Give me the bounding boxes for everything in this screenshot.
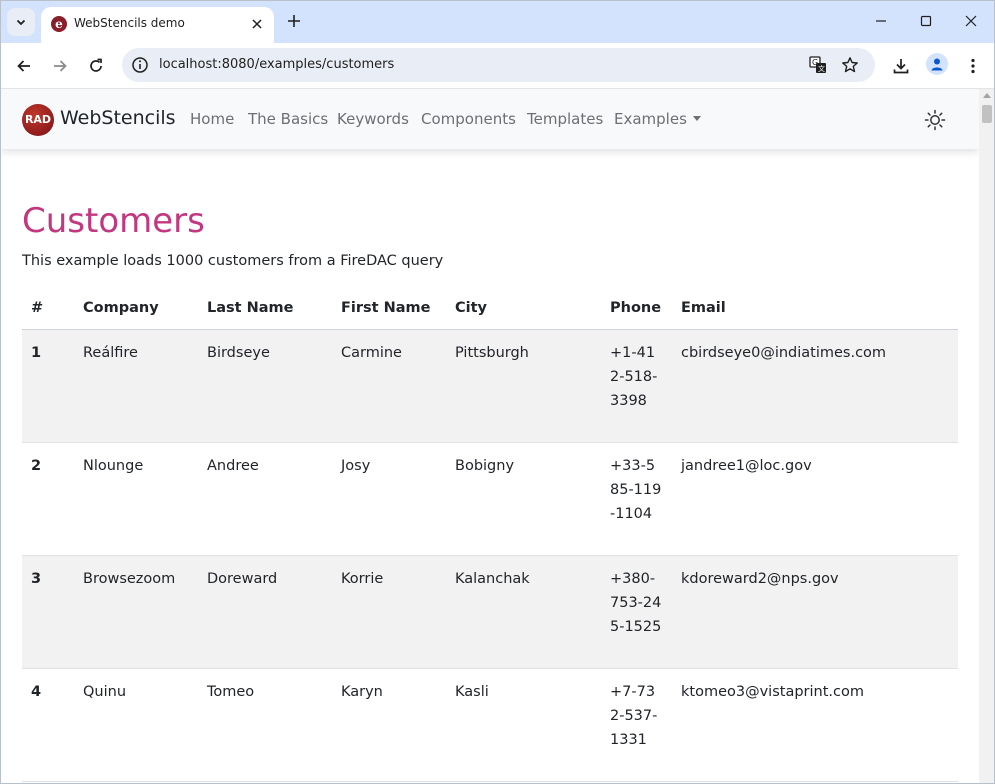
address-bar[interactable]: localhost:8080/examples/customers G文 xyxy=(122,48,875,82)
plus-icon xyxy=(288,15,300,27)
forward-arrow-icon xyxy=(54,60,67,72)
page-viewport: RAD WebStencils Home The Basics Keywords… xyxy=(1,89,979,783)
cell-company: Quinu xyxy=(74,668,198,782)
tab-close-button[interactable] xyxy=(248,15,266,33)
column-header-index: # xyxy=(22,289,74,330)
cell-city: Bobigny xyxy=(446,442,601,556)
page-title: Customers xyxy=(22,201,205,241)
nav-dropdown-examples[interactable]: Examples xyxy=(614,110,701,128)
scrollbar-thumb[interactable] xyxy=(982,105,992,123)
close-icon xyxy=(252,19,262,29)
site-navbar: RAD WebStencils Home The Basics Keywords… xyxy=(1,89,979,149)
favicon-icon: e xyxy=(51,16,67,32)
star-icon xyxy=(842,57,858,73)
profile-button[interactable] xyxy=(926,53,948,75)
column-header-city: City xyxy=(446,289,601,330)
column-header-email: Email xyxy=(672,289,958,330)
cell-phone: +380-753-245-1525 xyxy=(601,555,672,669)
cell-last-name: Tomeo xyxy=(198,668,332,782)
cell-city: Kalanchak xyxy=(446,555,601,669)
minimize-button[interactable] xyxy=(861,7,901,35)
vertical-scrollbar[interactable] xyxy=(979,89,994,783)
cell-first-name: Josy xyxy=(332,442,446,556)
cell-phone: +1-412-518-3398 xyxy=(601,329,672,443)
brand-logo[interactable]: RAD xyxy=(22,104,54,136)
cell-last-name: Andree xyxy=(198,442,332,556)
caret-down-icon xyxy=(692,115,701,121)
profile-icon xyxy=(931,58,943,71)
cell-city: Pittsburgh xyxy=(446,329,601,443)
cell-phone: +7-732-537-1331 xyxy=(601,668,672,782)
back-button[interactable] xyxy=(10,52,38,80)
table-row: 1 Reálfire Birdseye Carmine Pittsburgh +… xyxy=(22,329,958,443)
download-icon xyxy=(893,59,909,74)
maximize-icon xyxy=(920,15,932,27)
back-arrow-icon xyxy=(17,60,30,72)
browser-window: e WebStencils demo localhost:8080/exampl… xyxy=(0,0,995,784)
nav-link-home[interactable]: Home xyxy=(190,110,234,128)
cell-first-name: Carmine xyxy=(332,329,446,443)
cell-last-name: Birdseye xyxy=(198,329,332,443)
cell-email: cbirdseye0@indiatimes.com xyxy=(672,329,958,443)
translate-button[interactable]: G文 xyxy=(808,55,828,75)
close-icon xyxy=(965,15,977,27)
cell-company: Nlounge xyxy=(74,442,198,556)
cell-first-name: Korrie xyxy=(332,555,446,669)
cell-index: 3 xyxy=(22,555,74,669)
kebab-menu-icon xyxy=(971,58,975,74)
url-text: localhost:8080/examples/customers xyxy=(159,57,395,72)
cell-email: jandree1@loc.gov xyxy=(672,442,958,556)
close-window-button[interactable] xyxy=(951,7,991,35)
cell-last-name: Doreward xyxy=(198,555,332,669)
table-row: 3 Browsezoom Doreward Korrie Kalanchak +… xyxy=(22,555,958,669)
page-description: This example loads 1000 customers from a… xyxy=(22,253,444,269)
cell-first-name: Karyn xyxy=(332,668,446,782)
column-header-first-name: First Name xyxy=(332,289,446,330)
brand-name[interactable]: WebStencils xyxy=(60,107,176,129)
cell-index: 4 xyxy=(22,668,74,782)
nav-link-keywords[interactable]: Keywords xyxy=(337,110,409,128)
chevron-down-icon xyxy=(16,19,26,26)
cell-city: Kasli xyxy=(446,668,601,782)
svg-text:文: 文 xyxy=(818,64,825,73)
translate-icon: G文 xyxy=(809,56,826,73)
column-header-phone: Phone xyxy=(601,289,672,330)
nav-link-basics[interactable]: The Basics xyxy=(248,110,328,128)
nav-link-examples-label: Examples xyxy=(614,110,687,128)
tab-title: WebStencils demo xyxy=(74,16,185,30)
cell-company: Browsezoom xyxy=(74,555,198,669)
scroll-up-arrow-icon[interactable] xyxy=(983,93,991,98)
column-header-last-name: Last Name xyxy=(198,289,332,330)
table-row: 2 Nlounge Andree Josy Bobigny +33-585-11… xyxy=(22,442,958,556)
nav-link-components[interactable]: Components xyxy=(421,110,516,128)
maximize-button[interactable] xyxy=(906,7,946,35)
nav-link-templates[interactable]: Templates xyxy=(527,110,603,128)
new-tab-button[interactable] xyxy=(283,10,305,32)
tab-strip: e WebStencils demo xyxy=(1,1,994,43)
info-icon[interactable] xyxy=(131,56,149,74)
cell-email: kdoreward2@nps.gov xyxy=(672,555,958,669)
browser-menu-button[interactable] xyxy=(959,52,987,80)
customers-table: # Company Last Name First Name City Phon… xyxy=(22,289,958,782)
reload-icon xyxy=(90,58,102,72)
cell-index: 2 xyxy=(22,442,74,556)
tab-search-button[interactable] xyxy=(7,8,35,36)
cell-company: Reálfire xyxy=(74,329,198,443)
bookmark-button[interactable] xyxy=(840,55,860,75)
column-header-company: Company xyxy=(74,289,198,330)
forward-button[interactable] xyxy=(46,52,74,80)
browser-tab[interactable]: e WebStencils demo xyxy=(41,7,274,43)
sun-icon[interactable] xyxy=(923,108,947,132)
download-button[interactable] xyxy=(887,52,915,80)
minimize-icon xyxy=(876,20,886,22)
cell-phone: +33-585-119-1104 xyxy=(601,442,672,556)
cell-index: 1 xyxy=(22,329,74,443)
table-row: 4 Quinu Tomeo Karyn Kasli +7-732-537-133… xyxy=(22,668,958,782)
reload-button[interactable] xyxy=(82,52,110,80)
table-header-row: # Company Last Name First Name City Phon… xyxy=(22,289,958,330)
cell-email: ktomeo3@vistaprint.com xyxy=(672,668,958,782)
browser-toolbar: localhost:8080/examples/customers G文 xyxy=(1,43,994,89)
